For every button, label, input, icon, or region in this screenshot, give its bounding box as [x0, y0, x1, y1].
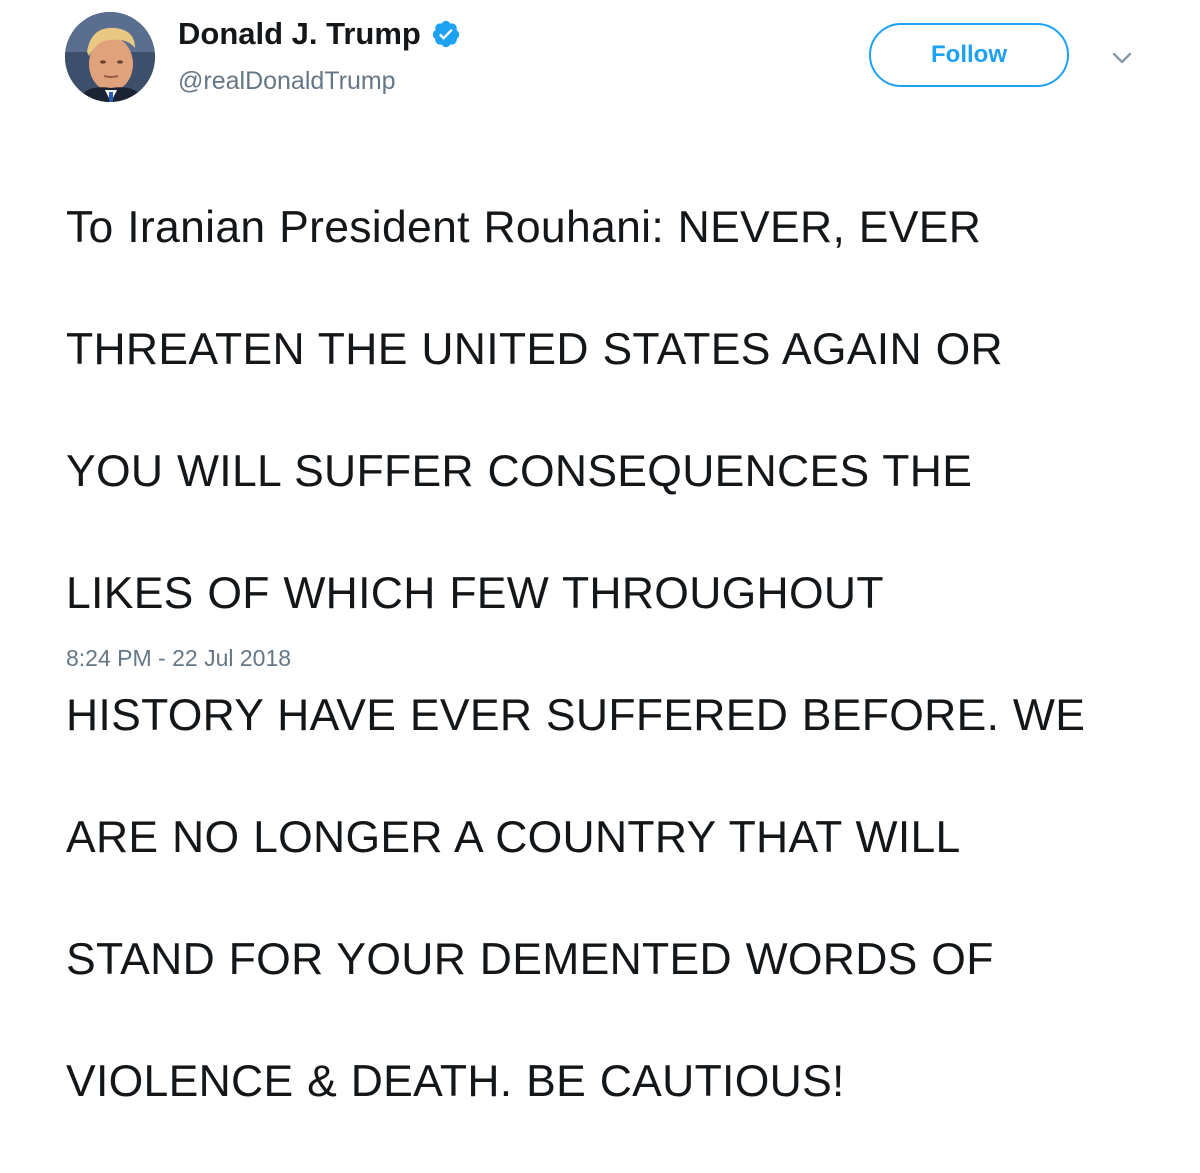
tweet-timestamp[interactable]: 8:24 PM - 22 Jul 2018 [66, 645, 291, 672]
tweet-text-line: HISTORY HAVE EVER SUFFERED BEFORE. WE [66, 691, 1086, 740]
tweet-card: Donald J. Trump @realDonaldTrump Follow … [0, 0, 1200, 1106]
tweet-text-line: VIOLENCE & DEATH. BE CAUTIOUS! [66, 1057, 845, 1106]
tweet-text-line: ARE NO LONGER A COUNTRY THAT WILL [66, 813, 961, 862]
avatar-image [65, 12, 155, 102]
display-name[interactable]: Donald J. Trump [178, 16, 461, 52]
profile-avatar[interactable] [65, 12, 155, 102]
verified-badge-icon [432, 20, 459, 48]
chevron-down-icon[interactable] [1108, 48, 1136, 68]
tweet-text-line: LIKES OF WHICH FEW THROUGHOUT [66, 569, 884, 618]
tweet-text-line: THREATEN THE UNITED STATES AGAIN OR [66, 325, 1003, 374]
tweet-text-line: STAND FOR YOUR DEMENTED WORDS OF [66, 935, 994, 984]
tweet-text-line: YOU WILL SUFFER CONSEQUENCES THE [66, 447, 973, 496]
user-handle[interactable]: @realDonaldTrump [178, 67, 396, 96]
tweet-text-line: To Iranian President Rouhani: NEVER, EVE… [66, 203, 982, 252]
display-name-text[interactable]: Donald J. Trump [178, 16, 421, 52]
follow-button[interactable]: Follow [869, 23, 1069, 87]
